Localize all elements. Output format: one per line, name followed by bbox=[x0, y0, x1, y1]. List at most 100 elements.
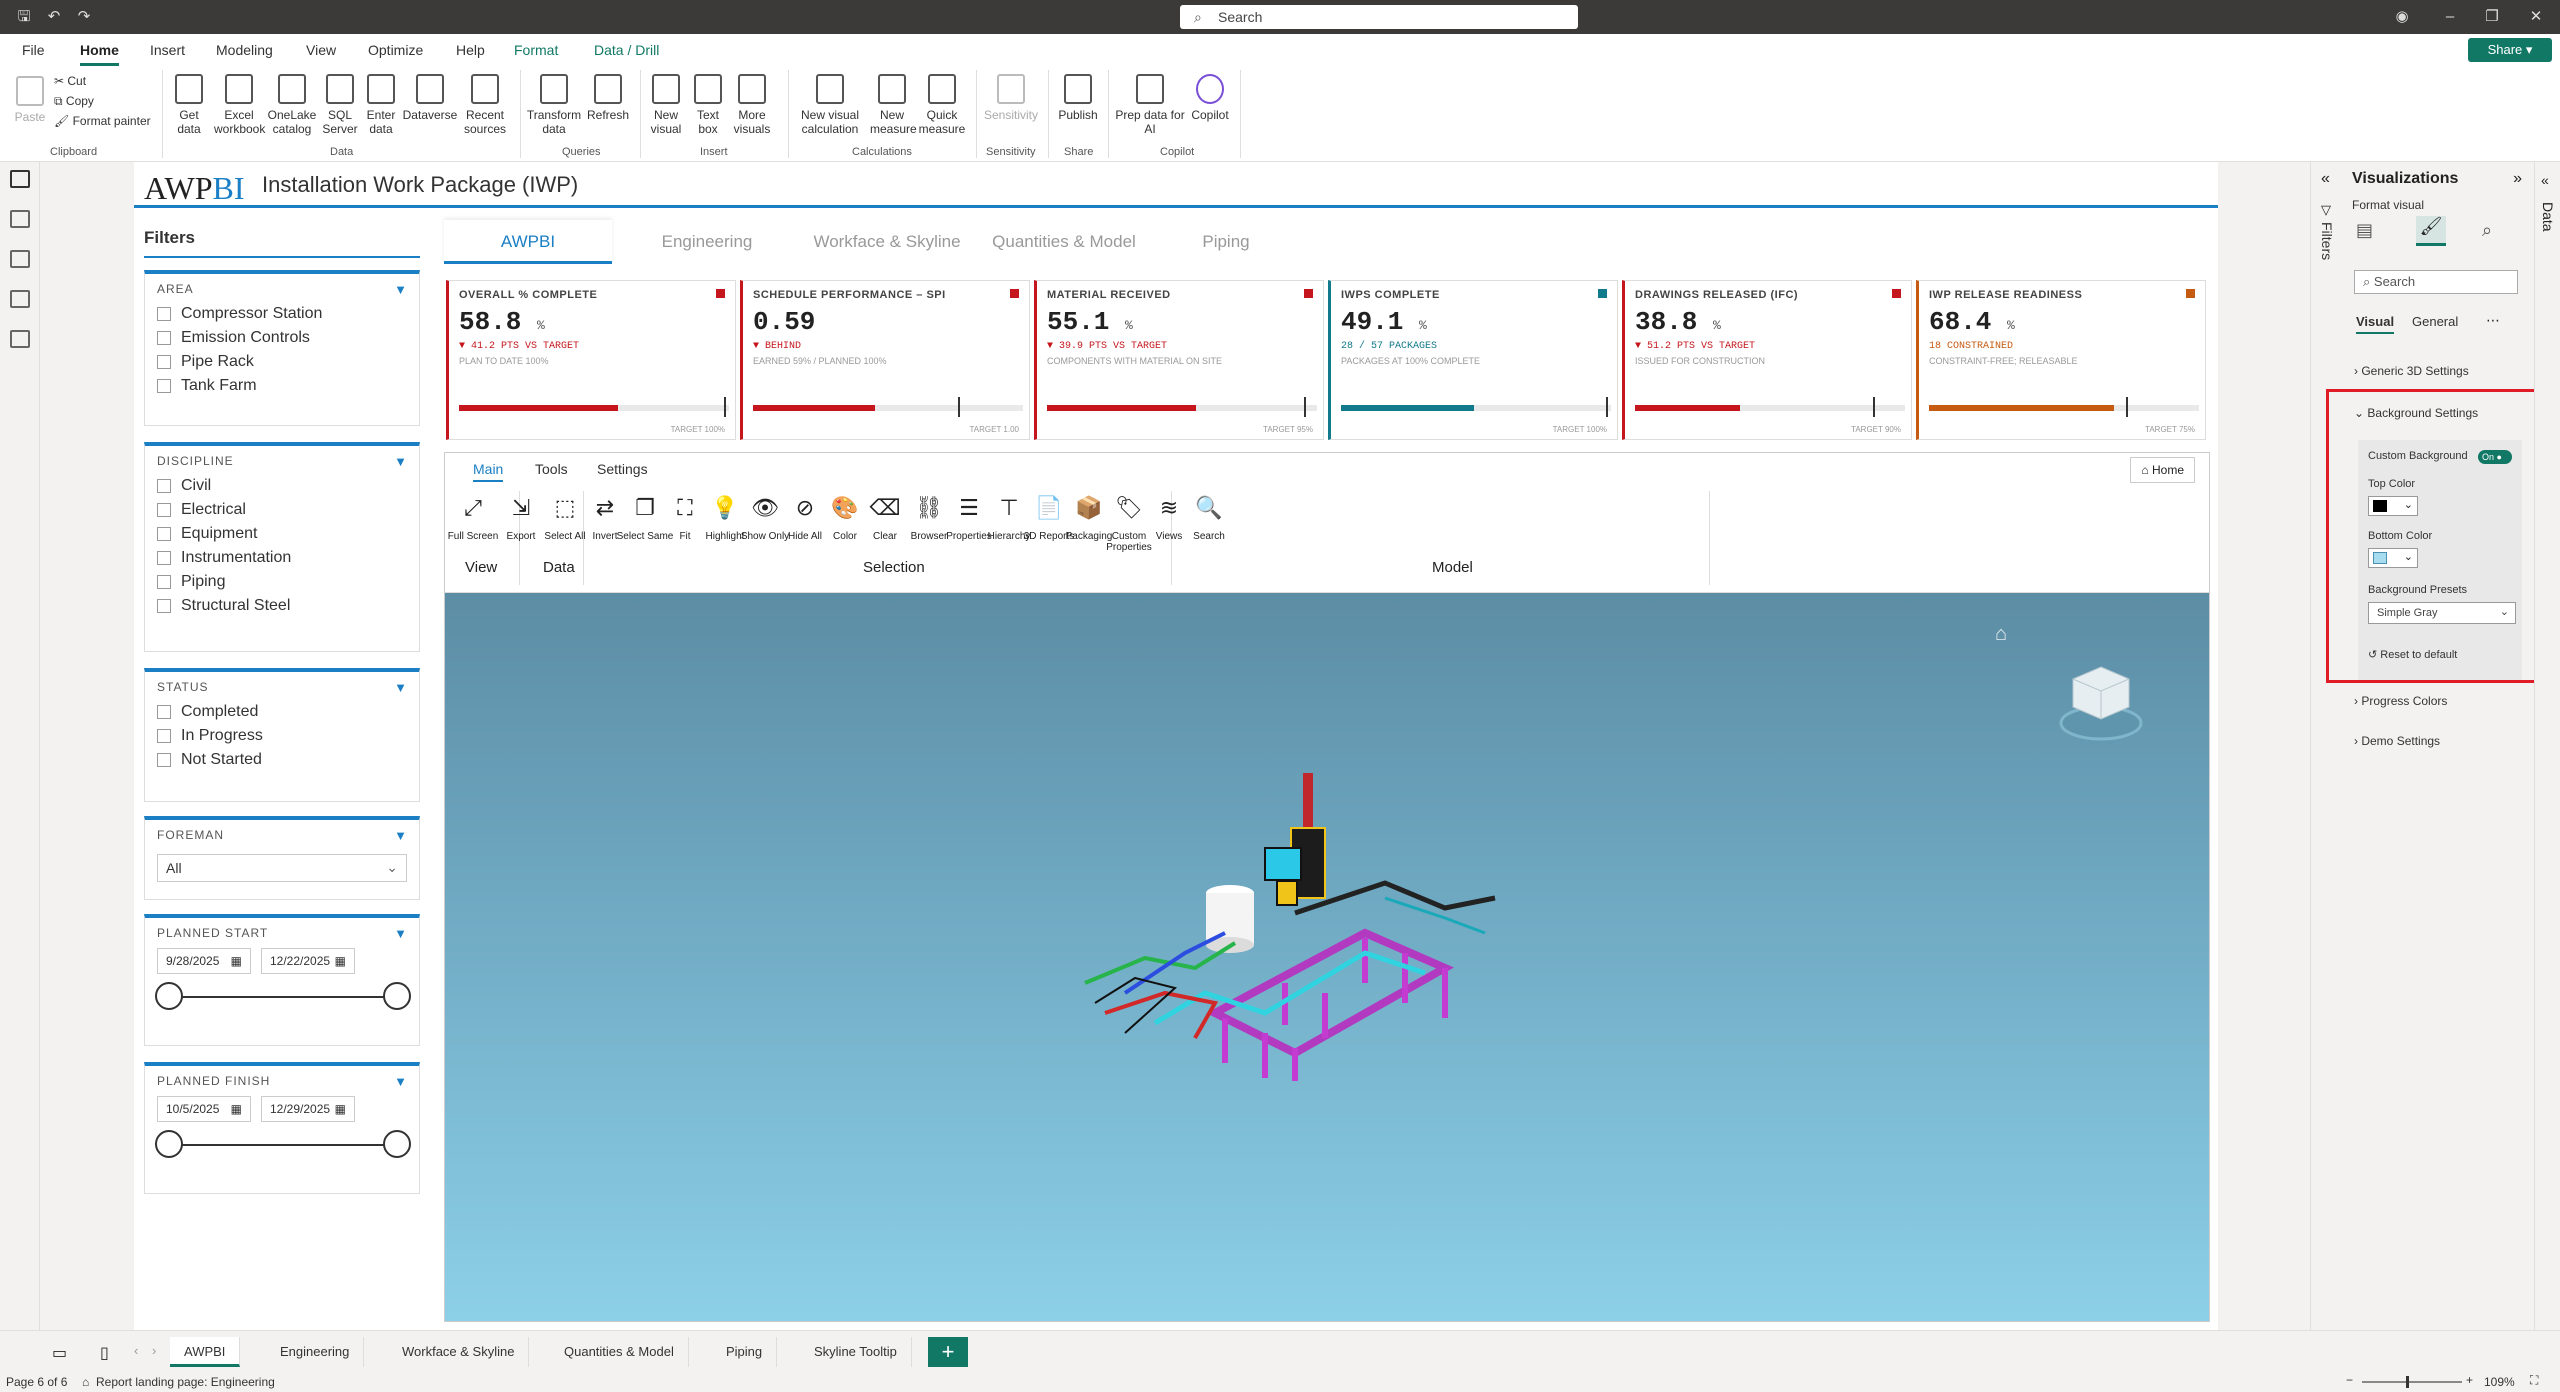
section-progress-colors[interactable]: › Progress Colors bbox=[2354, 694, 2447, 708]
menu-file[interactable]: File bbox=[22, 42, 45, 58]
filter-option[interactable]: Pipe Rack bbox=[145, 350, 419, 374]
excel-workbook-button[interactable]: Excel workbook bbox=[214, 74, 265, 136]
kpi-card[interactable]: SCHEDULE PERFORMANCE – SPI 0.59 ▼ BEHIND E… bbox=[740, 280, 1030, 440]
filter-option[interactable]: In Progress bbox=[145, 724, 419, 748]
text-box-button[interactable]: Text box bbox=[690, 74, 726, 136]
checkbox[interactable] bbox=[157, 527, 171, 541]
redo-icon[interactable]: ↷ bbox=[74, 7, 94, 27]
desktop-layout-icon[interactable]: ▭ bbox=[52, 1343, 67, 1363]
start-date-to[interactable]: 12/22/2025 ▦ bbox=[261, 948, 355, 974]
filter-option[interactable]: Not Started bbox=[145, 748, 419, 772]
menu-optimize[interactable]: Optimize bbox=[368, 42, 423, 58]
analytics-icon[interactable]: ⌕ bbox=[2482, 220, 2492, 241]
viewer-home-button[interactable]: ⌂ Home bbox=[2130, 457, 2195, 483]
filter-option[interactable]: Piping bbox=[145, 570, 419, 594]
tab-quantities-model[interactable]: Quantities & Model bbox=[972, 220, 1156, 264]
new-measure-button[interactable]: New measure bbox=[870, 74, 917, 136]
more-visuals-button[interactable]: More visuals bbox=[728, 74, 776, 136]
onelake-button[interactable]: OneLake catalog bbox=[266, 74, 318, 136]
get-data-button[interactable]: Get data bbox=[168, 74, 210, 136]
zoom-slider[interactable] bbox=[2362, 1381, 2462, 1383]
checkbox[interactable] bbox=[157, 379, 171, 393]
section-demo-settings[interactable]: › Demo Settings bbox=[2354, 734, 2440, 748]
page-tab-engineering[interactable]: Engineering bbox=[266, 1337, 365, 1367]
checkbox[interactable] bbox=[157, 355, 171, 369]
transform-data-button[interactable]: Transform data bbox=[526, 74, 582, 136]
tab-general[interactable]: General bbox=[2412, 314, 2458, 329]
undo-icon[interactable]: ↶ bbox=[44, 7, 64, 27]
new-visual-calc-button[interactable]: New visual calculation bbox=[794, 74, 866, 136]
slider-handle-min[interactable] bbox=[155, 982, 183, 1010]
checkbox[interactable] bbox=[157, 753, 171, 767]
filter-option[interactable]: Tank Farm bbox=[145, 374, 419, 398]
viewer-tab-tools[interactable]: Tools bbox=[535, 461, 568, 477]
start-date-from[interactable]: 9/28/2025 ▦ bbox=[157, 948, 251, 974]
checkbox[interactable] bbox=[157, 729, 171, 743]
recent-sources-button[interactable]: Recent sources bbox=[460, 74, 510, 136]
sql-server-button[interactable]: SQL Server bbox=[320, 74, 360, 136]
funnel-icon[interactable]: ▼ bbox=[394, 1074, 407, 1089]
zoom-out-icon[interactable]: − bbox=[2346, 1373, 2353, 1387]
collapse-icon[interactable]: « bbox=[2321, 170, 2330, 188]
tmdl-view-icon[interactable] bbox=[10, 330, 30, 348]
tab-engineering[interactable]: Engineering bbox=[612, 220, 802, 264]
checkbox[interactable] bbox=[157, 551, 171, 565]
prep-data-ai-button[interactable]: Prep data for AI bbox=[1114, 74, 1186, 136]
page-tab-piping[interactable]: Piping bbox=[712, 1337, 778, 1367]
restore-icon[interactable]: ❐ bbox=[2482, 7, 2502, 27]
zoom-slider-handle[interactable] bbox=[2406, 1376, 2409, 1388]
checkbox[interactable] bbox=[157, 575, 171, 589]
enter-data-button[interactable]: Enter data bbox=[362, 74, 400, 136]
filter-option[interactable]: Equipment bbox=[145, 522, 419, 546]
menu-home[interactable]: Home bbox=[80, 42, 119, 66]
build-visual-icon[interactable]: ▤ bbox=[2356, 220, 2373, 241]
add-page-button[interactable]: + bbox=[928, 1337, 968, 1367]
filter-option[interactable]: Instrumentation bbox=[145, 546, 419, 570]
menu-data-drill[interactable]: Data / Drill bbox=[594, 42, 659, 58]
kpi-card[interactable]: MATERIAL RECEIVED 55.1 % ▼ 39.9 PTS VS TAR… bbox=[1034, 280, 1324, 440]
filter-option[interactable]: Civil bbox=[145, 474, 419, 498]
next-page-icon[interactable]: › bbox=[152, 1343, 156, 1358]
refresh-button[interactable]: Refresh bbox=[584, 74, 632, 122]
fit-page-icon[interactable]: ⛶ bbox=[2530, 1373, 2538, 1388]
model-view-icon[interactable] bbox=[10, 250, 30, 268]
mobile-layout-icon[interactable]: ▯ bbox=[100, 1343, 109, 1363]
prev-page-icon[interactable]: ‹ bbox=[134, 1343, 138, 1358]
section-generic-3d[interactable]: › Generic 3D Settings bbox=[2354, 364, 2469, 378]
save-icon[interactable]: 🖫 bbox=[14, 7, 34, 27]
account-icon[interactable]: ◉ bbox=[2392, 7, 2412, 27]
slider-handle-max[interactable] bbox=[383, 1130, 411, 1158]
funnel-icon[interactable]: ▼ bbox=[394, 680, 407, 695]
report-view-icon[interactable] bbox=[10, 170, 30, 188]
publish-button[interactable]: Publish bbox=[1054, 74, 1102, 122]
filter-option[interactable]: Structural Steel bbox=[145, 594, 419, 618]
checkbox[interactable] bbox=[157, 705, 171, 719]
menu-insert[interactable]: Insert bbox=[150, 42, 185, 58]
copilot-button[interactable]: Copilot bbox=[1188, 74, 1232, 122]
finish-date-to[interactable]: 12/29/2025 ▦ bbox=[261, 1096, 355, 1122]
dataverse-button[interactable]: Dataverse bbox=[402, 74, 458, 122]
checkbox[interactable] bbox=[157, 503, 171, 517]
checkbox[interactable] bbox=[157, 479, 171, 493]
zoom-in-icon[interactable]: + bbox=[2466, 1373, 2473, 1387]
tab-visual[interactable]: Visual bbox=[2356, 314, 2395, 334]
global-search[interactable]: ⌕ Search bbox=[1180, 5, 1578, 29]
minimize-icon[interactable]: – bbox=[2440, 7, 2460, 27]
viewer-tab-main[interactable]: Main bbox=[473, 461, 504, 482]
copy-button[interactable]: ⧉ Copy bbox=[54, 94, 94, 108]
filter-option[interactable]: Electrical bbox=[145, 498, 419, 522]
menu-modeling[interactable]: Modeling bbox=[216, 42, 273, 58]
funnel-icon[interactable]: ▼ bbox=[394, 828, 407, 843]
funnel-icon[interactable]: ▼ bbox=[394, 454, 407, 469]
paste-button[interactable]: Paste bbox=[12, 76, 48, 124]
filters-pane-collapsed[interactable]: « ▽ Filters bbox=[2310, 162, 2346, 1350]
cut-button[interactable]: ✂ Cut bbox=[54, 74, 86, 88]
tab-workface-skyline[interactable]: Workface & Skyline bbox=[802, 220, 972, 264]
kpi-card[interactable]: DRAWINGS RELEASED (IFC) 38.8 % ▼ 51.2 PTS … bbox=[1622, 280, 1912, 440]
finish-date-from[interactable]: 10/5/2025 ▦ bbox=[157, 1096, 251, 1122]
viewer-tool-search[interactable]: 🔍 Search bbox=[1179, 493, 1239, 542]
more-options-icon[interactable]: ⋯ bbox=[2486, 312, 2500, 329]
page-tab-quantities-model[interactable]: Quantities & Model bbox=[550, 1337, 689, 1367]
kpi-card[interactable]: OVERALL % COMPLETE 58.8 % ▼ 41.2 PTS VS TA… bbox=[446, 280, 736, 440]
filter-option[interactable]: Completed bbox=[145, 700, 419, 724]
